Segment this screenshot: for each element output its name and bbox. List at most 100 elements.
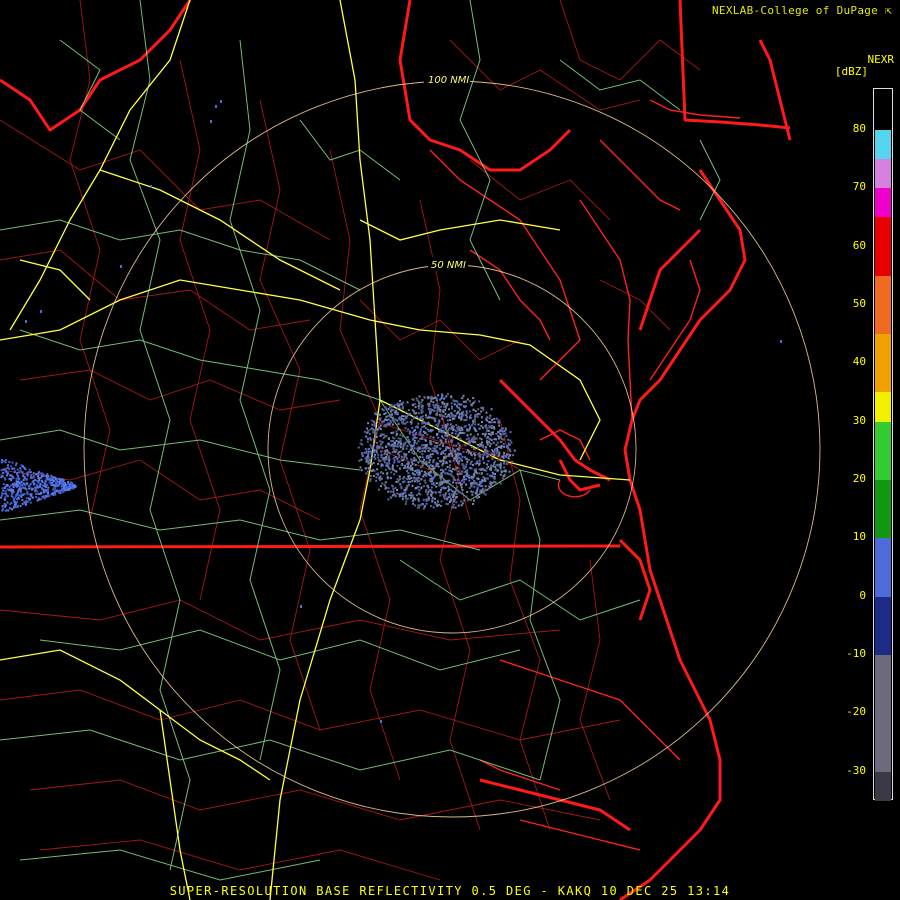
echo-pixel <box>438 484 441 487</box>
echo-pixel <box>384 468 387 471</box>
echo-pixel <box>491 453 494 455</box>
echo-pixel <box>398 407 401 410</box>
echo-pixel <box>441 468 444 471</box>
echo-pixel <box>473 418 476 421</box>
echo-pixel <box>424 427 427 429</box>
credit-label: NEXLAB-College of DuPage ⇱ <box>712 4 892 17</box>
echo-pixel <box>411 469 414 472</box>
echo-pixel <box>455 482 458 484</box>
echo-pixel <box>485 426 488 429</box>
echo-pixel <box>449 447 451 450</box>
echo-pixel <box>429 435 432 438</box>
echo-pixel <box>48 481 51 484</box>
echo-pixel <box>408 432 411 435</box>
echo-pixel <box>8 485 11 488</box>
echo-pixel <box>366 440 369 443</box>
echo-pixel <box>6 467 9 470</box>
echo-pixel <box>407 467 410 470</box>
echo-pixel <box>406 465 409 468</box>
echo-pixel <box>411 484 414 487</box>
echo-pixel <box>374 437 377 440</box>
echo-pixel <box>374 422 377 425</box>
echo-pixel <box>419 460 422 463</box>
echo-pixel <box>413 447 416 450</box>
credit-text: NEXLAB-College of DuPage <box>711 4 879 17</box>
echo-pixel <box>417 440 420 443</box>
echo-pixel <box>37 498 40 501</box>
legend-tick-label: -20 <box>846 705 866 719</box>
echo-pixel <box>440 486 443 489</box>
echo-pixel <box>427 449 430 452</box>
echo-pixel <box>7 509 10 512</box>
echo-pixel <box>484 433 487 436</box>
echo-pixel <box>461 492 464 495</box>
echo-pixel <box>65 489 68 492</box>
echo-pixel <box>502 453 505 456</box>
echo-pixel <box>435 465 438 467</box>
echo-pixel <box>409 430 411 433</box>
echo-pixel <box>62 491 65 494</box>
echo-pixel <box>466 428 469 431</box>
echo-pixel <box>14 464 17 467</box>
echo-pixel <box>477 423 480 426</box>
echo-pixel <box>490 484 493 486</box>
echo-pixel <box>375 413 378 416</box>
echo-pixel <box>489 445 492 448</box>
echo-pixel <box>439 491 442 494</box>
echo-pixel <box>428 467 431 470</box>
echo-pixel <box>376 451 378 454</box>
echo-pixel <box>416 426 419 429</box>
echo-pixel <box>395 410 398 413</box>
echo-pixel <box>425 472 428 475</box>
echo-pixel <box>365 472 368 475</box>
echo-pixel <box>490 408 493 411</box>
echo-pixel <box>29 501 32 504</box>
echo-pixel <box>435 423 438 426</box>
echo-pixel <box>460 479 463 482</box>
legend-tick-label: 60 <box>852 238 866 252</box>
echo-pixel <box>505 434 508 437</box>
echo-pixel <box>47 474 50 477</box>
echo-pixel <box>376 468 379 471</box>
echo-pixel <box>7 464 9 467</box>
echo-pixel <box>495 417 498 420</box>
legend-tick-label: 70 <box>852 180 866 194</box>
echo-pixel <box>486 443 489 446</box>
echo-pixel <box>427 396 429 399</box>
echo-pixel <box>382 433 385 436</box>
echo-pixel <box>497 451 500 454</box>
echo-pixel <box>492 477 495 479</box>
echo-pixel <box>26 471 29 474</box>
echo-pixel <box>401 455 404 458</box>
echo-pixel <box>13 499 16 502</box>
echo-pixel <box>19 469 22 472</box>
echo-pixel <box>457 429 460 432</box>
echo-pixel <box>421 407 424 410</box>
echo-pixel <box>53 486 56 489</box>
echo-pixel <box>1 459 4 461</box>
echo-pixel <box>466 491 469 493</box>
echo-pixel <box>386 476 389 479</box>
echo-pixel <box>32 480 35 482</box>
echo-pixel <box>513 449 516 452</box>
echo-pixel <box>463 425 466 428</box>
echo-pixel <box>437 424 440 427</box>
echo-pixel <box>435 399 438 402</box>
echo-pixel <box>410 477 413 479</box>
echo-pixel <box>498 424 501 427</box>
echo-pixel <box>39 477 42 479</box>
echo-pixel <box>417 497 420 500</box>
radar-map[interactable]: 100 NMI 50 NMI <box>0 0 900 900</box>
echo-pixel <box>433 425 435 428</box>
echo-pixel <box>409 449 412 451</box>
echo-pixel <box>512 454 515 457</box>
echo-pixel <box>55 482 57 485</box>
echo-pixel <box>469 467 472 470</box>
echo-pixel <box>438 482 441 485</box>
echo-pixel <box>29 471 32 474</box>
echo-pixel <box>480 410 483 413</box>
echo-pixel <box>497 437 500 440</box>
echo-pixel <box>372 474 375 477</box>
echo-pixel <box>442 486 445 489</box>
echo-pixel <box>454 414 457 417</box>
